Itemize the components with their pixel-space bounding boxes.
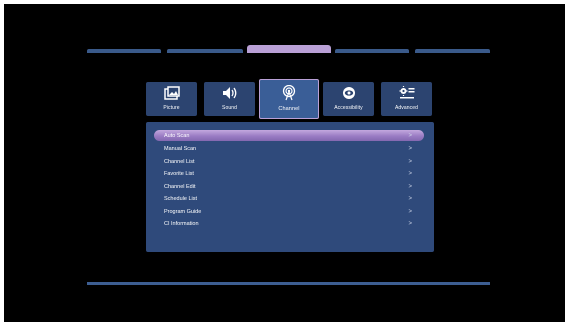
top-indicator-segment <box>335 49 409 53</box>
tab-label: Sound <box>222 105 237 111</box>
chevron-right-icon: > <box>408 170 412 177</box>
tab-advanced[interactable]: Advanced <box>381 82 432 116</box>
antenna-icon <box>281 85 297 101</box>
settings-sliders-icon <box>399 86 415 100</box>
outer-frame: Picture Sound Channel Accessibility Adva… <box>0 0 569 326</box>
tab-label: Accessibility <box>334 105 363 111</box>
chevron-right-icon: > <box>408 195 412 202</box>
top-indicator-segment <box>415 49 490 53</box>
tab-picture[interactable]: Picture <box>146 82 197 116</box>
chevron-right-icon: > <box>408 158 412 165</box>
eye-icon <box>341 86 357 100</box>
top-indicator-segment <box>167 49 243 53</box>
menu-item-label: CI Information <box>164 220 199 227</box>
menu-item-ci-information[interactable]: CI Information > <box>154 218 424 229</box>
speaker-icon <box>222 86 238 100</box>
top-indicator-segment <box>87 49 161 53</box>
tab-channel[interactable]: Channel <box>259 79 319 119</box>
menu-item-label: Manual Scan <box>164 145 197 152</box>
tab-sound[interactable]: Sound <box>204 82 255 116</box>
menu-item-schedule-list[interactable]: Schedule List > <box>154 193 424 204</box>
settings-tabs: Picture Sound Channel Accessibility Adva… <box>146 79 434 119</box>
menu-item-manual-scan[interactable]: Manual Scan > <box>154 143 424 154</box>
top-indicator-segment-active <box>247 45 331 53</box>
menu-item-label: Channel List <box>164 158 195 165</box>
chevron-right-icon: > <box>408 220 412 227</box>
top-indicator-bar <box>87 45 490 53</box>
menu-item-label: Favorite List <box>164 170 194 177</box>
menu-item-channel-edit[interactable]: Channel Edit > <box>154 181 424 192</box>
menu-item-label: Channel Edit <box>164 183 196 190</box>
bottom-divider <box>87 282 490 285</box>
menu-item-channel-list[interactable]: Channel List > <box>154 156 424 167</box>
tab-label: Channel <box>278 106 300 112</box>
tab-label: Advanced <box>394 105 419 111</box>
menu-item-label: Schedule List <box>164 195 198 202</box>
picture-icon <box>163 86 180 100</box>
tab-label: Picture <box>163 105 180 111</box>
tab-accessibility[interactable]: Accessibility <box>323 82 374 116</box>
chevron-right-icon: > <box>408 208 412 215</box>
menu-item-label: Program Guide <box>164 208 202 215</box>
menu-item-auto-scan[interactable]: Auto Scan > <box>154 130 424 141</box>
tv-screen: Picture Sound Channel Accessibility Adva… <box>4 4 565 322</box>
channel-menu-panel: Auto Scan > Manual Scan > Channel List >… <box>146 122 434 252</box>
menu-item-label: Auto Scan <box>164 132 190 139</box>
menu-item-program-guide[interactable]: Program Guide > <box>154 206 424 217</box>
chevron-right-icon: > <box>408 183 412 190</box>
chevron-right-icon: > <box>408 132 412 139</box>
menu-item-favorite-list[interactable]: Favorite List > <box>154 168 424 179</box>
chevron-right-icon: > <box>408 145 412 152</box>
